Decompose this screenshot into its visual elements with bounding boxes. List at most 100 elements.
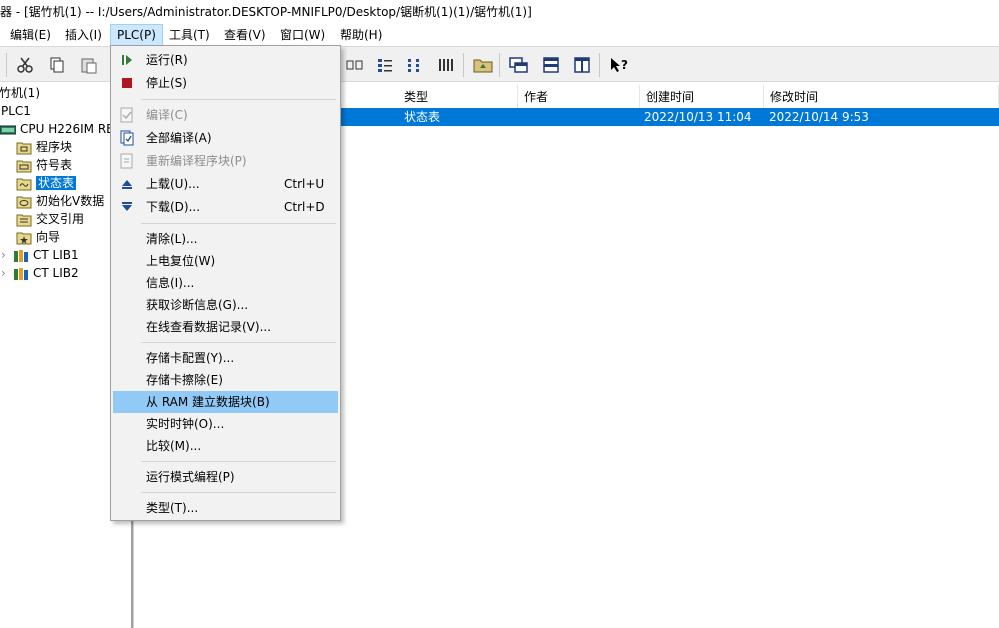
column-header-author[interactable]: 作者 xyxy=(518,85,640,109)
tree-cpu-node[interactable]: CPU H226IM RE xyxy=(0,120,114,138)
tree-item-cross-reference[interactable]: 交叉引用 xyxy=(16,210,84,228)
tree-item-label: 初始化V数据 xyxy=(36,194,105,208)
expand-chevron-icon[interactable]: › xyxy=(1,246,13,264)
tree-plc-label: PLC1 xyxy=(1,104,31,118)
menu-item-type[interactable]: 类型(T)... xyxy=(113,497,338,519)
menu-item-memory-card-config[interactable]: 存储卡配置(Y)... xyxy=(113,347,338,369)
toolbar-separator xyxy=(499,53,500,77)
menu-item-run[interactable]: 运行(R) xyxy=(113,49,338,71)
data-block-icon xyxy=(16,195,32,209)
tree-item-label: 程序块 xyxy=(36,140,73,154)
tree-item-label: 状态表 xyxy=(36,176,77,190)
folder-up-icon[interactable] xyxy=(471,53,495,77)
menu-item-label: 编译(C) xyxy=(146,108,188,122)
menu-item-online-data-log[interactable]: 在线查看数据记录(V)... xyxy=(113,316,338,338)
menu-item-label: 全部编译(A) xyxy=(146,131,212,145)
menu-insert[interactable]: 插入(I) xyxy=(59,24,108,46)
recompile-icon xyxy=(119,153,135,169)
list-view-icon[interactable] xyxy=(403,53,427,77)
tree-item-symbol-table[interactable]: 符号表 xyxy=(16,156,72,174)
menu-item-label: 比较(M)... xyxy=(146,439,202,453)
toolbar-separator xyxy=(599,53,600,77)
menu-item-label: 重新编译程序块(P) xyxy=(146,154,247,168)
tree-project-label: 竹机(1) xyxy=(0,86,40,100)
tree-item-ct-lib2[interactable]: › CT LIB2 xyxy=(1,264,79,282)
window-tile-vertical-icon[interactable] xyxy=(570,53,594,77)
menu-item-shortcut: Ctrl+D xyxy=(284,200,325,214)
menu-separator xyxy=(141,223,336,224)
compile-all-icon xyxy=(119,130,135,146)
expand-chevron-icon[interactable]: › xyxy=(1,264,13,282)
menu-window[interactable]: 窗口(W) xyxy=(274,24,331,46)
tree-item-program-block[interactable]: 程序块 xyxy=(16,138,72,156)
tree-item-label: 符号表 xyxy=(36,158,73,172)
tree-item-status-table[interactable]: 状态表 xyxy=(16,174,77,192)
column-header-created[interactable]: 创建时间 xyxy=(640,85,764,109)
menu-plc[interactable]: PLC(P) xyxy=(110,24,163,46)
menu-item-label: 下载(D)... xyxy=(146,200,201,214)
tree-project-node[interactable]: 竹机(1) xyxy=(0,84,40,102)
menu-item-label: 存储卡擦除(E) xyxy=(146,373,223,387)
menu-item-compile-all[interactable]: 全部编译(A) xyxy=(113,127,338,149)
window-tile-horizontal-icon[interactable] xyxy=(539,53,563,77)
paste-icon[interactable] xyxy=(77,53,101,77)
menu-item-diagnostics[interactable]: 获取诊断信息(G)... xyxy=(113,294,338,316)
table-row[interactable]: 状态表 2022/10/13 11:04 2022/10/14 9:53 xyxy=(334,108,999,126)
menu-item-run-mode-edit[interactable]: 运行模式编程(P) xyxy=(113,466,338,488)
symbol-table-icon xyxy=(16,159,32,173)
context-help-icon[interactable]: ? xyxy=(607,53,631,77)
run-icon xyxy=(119,52,135,68)
menu-item-label: 上电复位(W) xyxy=(146,254,216,268)
menu-item-create-db-from-ram[interactable]: 从 RAM 建立数据块(B) xyxy=(113,391,338,413)
menu-item-shortcut: Ctrl+U xyxy=(284,177,325,191)
column-header-type[interactable]: 类型 xyxy=(398,85,518,109)
menu-item-recompile-block[interactable]: 重新编译程序块(P) xyxy=(113,150,338,172)
cell-type: 状态表 xyxy=(404,110,441,124)
menu-item-label: 信息(I)... xyxy=(146,276,195,290)
cut-icon[interactable] xyxy=(13,53,37,77)
menu-separator xyxy=(141,99,336,100)
menu-item-stop[interactable]: 停止(S) xyxy=(113,72,338,94)
window-cascade-icon[interactable] xyxy=(507,53,531,77)
menu-help[interactable]: 帮助(H) xyxy=(334,24,388,46)
column-header-modified[interactable]: 修改时间 xyxy=(764,85,999,109)
rung-insert-icon[interactable] xyxy=(343,53,367,77)
cell-created: 2022/10/13 11:04 xyxy=(644,110,752,124)
menu-item-clear[interactable]: 清除(L)... xyxy=(113,228,338,250)
menu-item-compile[interactable]: 编译(C) xyxy=(113,104,338,126)
columns-icon[interactable] xyxy=(434,53,458,77)
library-icon xyxy=(13,267,29,281)
library-icon xyxy=(13,249,29,263)
menu-item-power-up-reset[interactable]: 上电复位(W) xyxy=(113,250,338,272)
menu-tools[interactable]: 工具(T) xyxy=(163,24,216,46)
download-icon xyxy=(119,199,135,215)
menu-separator xyxy=(141,492,336,493)
tree-item-ct-lib1[interactable]: › CT LIB1 xyxy=(1,246,79,264)
tree-item-wizard[interactable]: 向导 xyxy=(16,228,60,246)
menu-item-upload[interactable]: 上载(U)... Ctrl+U xyxy=(113,173,338,195)
menu-bar: 编辑(E) 插入(I) PLC(P) 工具(T) 查看(V) 窗口(W) 帮助(… xyxy=(0,24,999,46)
menu-item-label: 在线查看数据记录(V)... xyxy=(146,320,272,334)
tree-item-label: CT LIB2 xyxy=(33,266,79,280)
menu-item-download[interactable]: 下载(D)... Ctrl+D xyxy=(113,196,338,218)
menu-edit[interactable]: 编辑(E) xyxy=(4,24,57,46)
menu-item-compare[interactable]: 比较(M)... xyxy=(113,435,338,457)
window-title: 器 - [锯竹机(1) -- I:/Users/Administrator.DE… xyxy=(0,5,532,19)
menu-item-label: 运行模式编程(P) xyxy=(146,470,235,484)
menu-item-real-time-clock[interactable]: 实时时钟(O)... xyxy=(113,413,338,435)
tree-view-icon[interactable] xyxy=(373,53,397,77)
menu-item-label: 停止(S) xyxy=(146,76,187,90)
menu-item-label: 上载(U)... xyxy=(146,177,200,191)
menu-item-information[interactable]: 信息(I)... xyxy=(113,272,338,294)
menu-item-label: 实时时钟(O)... xyxy=(146,417,225,431)
cpu-module-icon xyxy=(0,123,17,137)
menu-view[interactable]: 查看(V) xyxy=(218,24,272,46)
cell-modified: 2022/10/14 9:53 xyxy=(769,110,869,124)
copy-icon[interactable] xyxy=(45,53,69,77)
tree-item-label: 交叉引用 xyxy=(36,212,85,226)
tree-plc-node[interactable]: PLC1 xyxy=(1,102,31,120)
menu-item-label: 类型(T)... xyxy=(146,501,199,515)
cross-reference-icon xyxy=(16,213,32,227)
menu-item-memory-card-erase[interactable]: 存储卡擦除(E) xyxy=(113,369,338,391)
tree-item-init-v-data[interactable]: 初始化V数据 xyxy=(16,192,104,210)
